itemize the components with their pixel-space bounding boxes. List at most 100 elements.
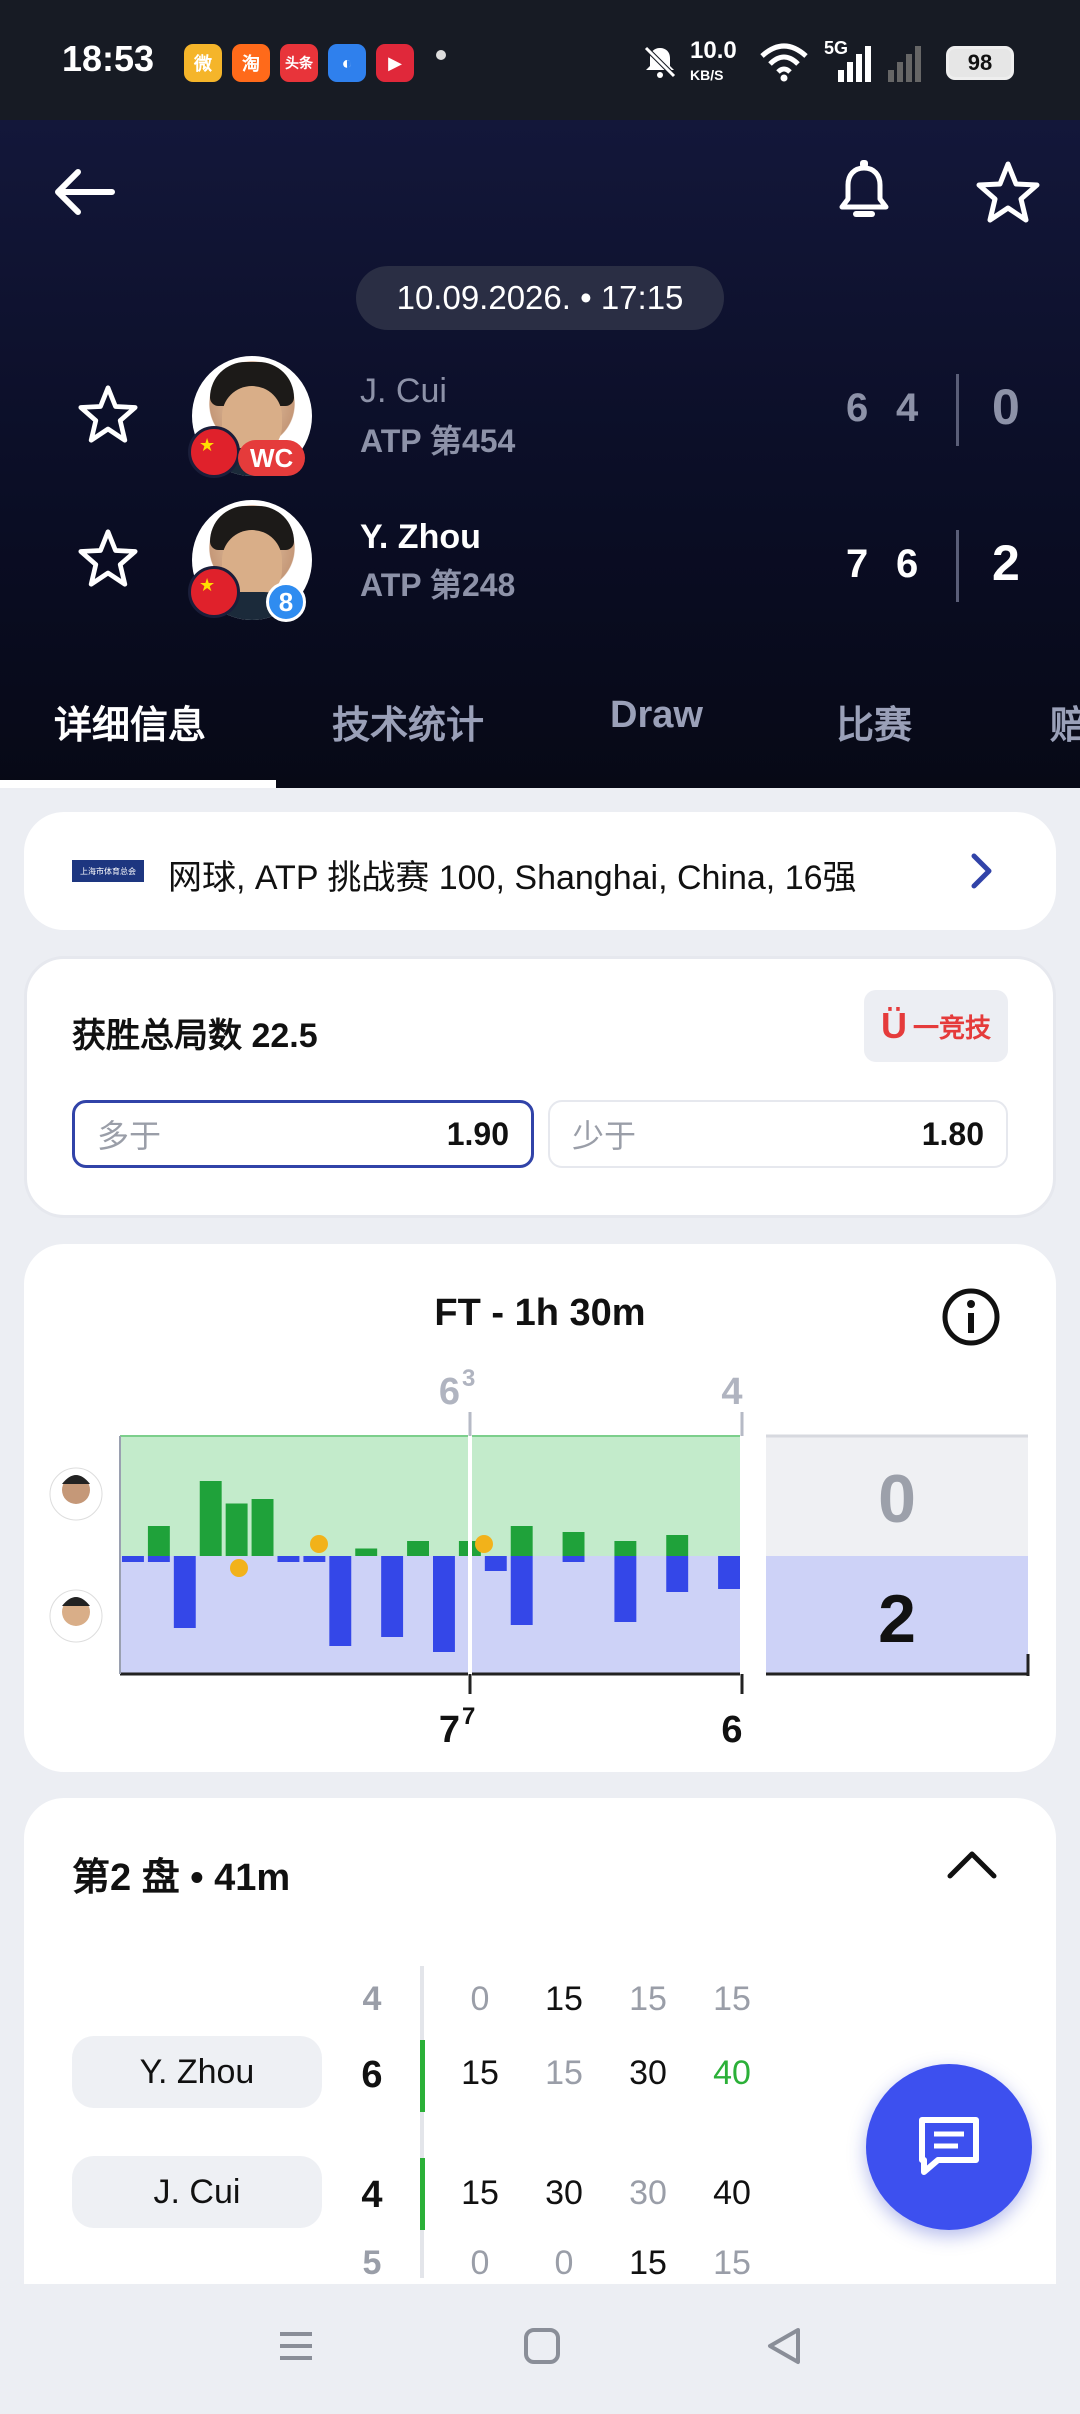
game-score: 4 [361,2174,383,2216]
player2-rank: ATP 第248 [360,567,516,603]
player2-follow-star-icon[interactable] [76,528,140,588]
pbp-divider [420,1966,424,2278]
player1-momentum-bar [355,1548,378,1556]
player1-set1: 6 [846,386,869,430]
back-arrow-icon[interactable] [50,164,118,220]
bell-icon[interactable] [838,158,890,226]
video-app-icon: ▶ [376,44,414,82]
battery-indicator: 98 [946,46,1014,80]
under-value: 1.80 [921,1115,984,1152]
game-score: 6 [361,2054,383,2096]
match-date: 10.09.2026. • 17:15 [356,266,724,330]
player2-momentum-bar [303,1556,326,1562]
home-square-icon[interactable] [522,2326,562,2366]
tab-matches[interactable]: 比赛 [836,694,912,749]
game-point-score: 40 [713,2054,751,2092]
player2-set2: 6 [896,542,919,586]
chat-icon [919,2117,979,2175]
over-odds-button[interactable]: 多于 1.90 [72,1100,534,1168]
tab-odds[interactable]: 赔 [1050,694,1080,749]
player1-name[interactable]: J. Cui [360,372,447,411]
score-divider [956,530,959,602]
point-score: 30 [629,2054,667,2092]
player1-momentum-bar [562,1532,585,1556]
tournament-logo: 上海市体育总会 [72,860,144,882]
net-speed-value: 10.0 [690,37,737,64]
point-score: 15 [629,2244,667,2282]
set-title[interactable]: 第2 盘 • 41m [72,1846,290,1901]
status-bar: 18:53 微 淘 头条 ◐ ▶ 10.0 KB/S 5G 98 [0,0,1080,120]
player2-momentum-bar [433,1556,455,1652]
chevron-right-icon[interactable] [970,852,994,890]
player2-momentum-bar [718,1556,740,1589]
bull-icon: Ü [880,1005,907,1046]
chat-fab-button[interactable] [866,2064,1032,2230]
player2-momentum-bar [277,1556,300,1562]
back-triangle-icon[interactable] [764,2326,804,2366]
next-game-score: 5 [362,2244,382,2282]
set1-bottom-tiebreak: 7 [462,1703,475,1730]
player1-follow-star-icon[interactable] [76,384,140,444]
match-duration: FT - 1h 30m [434,1292,646,1334]
over-value: 1.90 [446,1115,509,1152]
tab-details[interactable]: 详细信息 [54,694,206,749]
under-odds-button[interactable]: 少于 1.80 [548,1100,1008,1168]
tournament-label[interactable]: 网球, ATP 挑战赛 100, Shanghai, China, 16强 [168,850,857,899]
player2-momentum-bar [147,1556,170,1562]
momentum-chart: 6 3 4 7 7 6 0 2 [49,1365,1030,1751]
panel-score-bottom: 2 [878,1581,916,1657]
under-label: 少于 [572,1118,637,1154]
chevron-up-icon[interactable] [944,1846,1000,1882]
zhou-serve-marker [420,2040,425,2112]
signal-icon [838,46,921,82]
wifi-icon [760,43,808,82]
china-flag-icon: ★ [188,426,240,478]
tab-draw[interactable]: Draw [610,694,703,737]
point-score: 15 [713,1980,751,2018]
panel-score-top: 0 [878,1461,916,1537]
player1-set2: 4 [896,386,919,430]
notification-dot [436,50,446,60]
point-score: 15 [545,2054,583,2092]
player2-momentum-bar [173,1556,196,1628]
set1-bottom-score: 7 [439,1709,460,1751]
player2-momentum-area [120,1556,742,1674]
net-speed-unit: KB/S [690,67,724,83]
player1-momentum-bar [147,1526,170,1556]
server-pill-zhou: Y. Zhou [72,2036,322,2108]
player2-sets-won: 2 [992,535,1020,591]
player2-set1: 7 [846,542,869,586]
info-icon[interactable] [940,1286,1002,1348]
point-score: 0 [554,2244,574,2282]
set1-top-score: 6 [439,1371,460,1413]
set1-top-tiebreak: 3 [462,1365,475,1392]
point-score: 0 [470,1980,490,2018]
player2-momentum-bar [562,1556,585,1562]
player2-name[interactable]: Y. Zhou [360,518,481,557]
mute-bell-icon [644,46,676,78]
player2-momentum-bar [510,1556,533,1625]
menu-icon[interactable] [276,2326,316,2366]
player2-momentum-bar [484,1556,507,1571]
score-divider [956,374,959,446]
player1-momentum-bar [407,1541,429,1556]
tab-statistics[interactable]: 技术统计 [332,694,484,749]
player2-momentum-bar [614,1556,637,1622]
player1-rank: ATP 第454 [360,423,516,459]
point-score: 15 [629,1980,667,2018]
chart-player2-avatar [49,1589,103,1643]
favorite-star-icon[interactable] [974,160,1042,224]
cui-serve-marker [420,2158,425,2230]
point-score: 30 [629,2174,667,2212]
player1-momentum-bar [510,1526,533,1556]
point-score: 15 [461,2054,499,2092]
player1-momentum-bar [666,1535,689,1556]
status-time: 18:53 [62,38,155,79]
odds-title: 获胜总局数 22.5 [72,1017,318,1055]
set2-top-score: 4 [721,1371,742,1413]
prev-game-score: 4 [362,1980,382,2018]
player1-momentum-bar [225,1503,248,1556]
point-score: 30 [545,2174,583,2212]
player2-momentum-bar [329,1556,352,1646]
bookmaker-logo[interactable]: Ü 一竞技 [864,990,1008,1062]
